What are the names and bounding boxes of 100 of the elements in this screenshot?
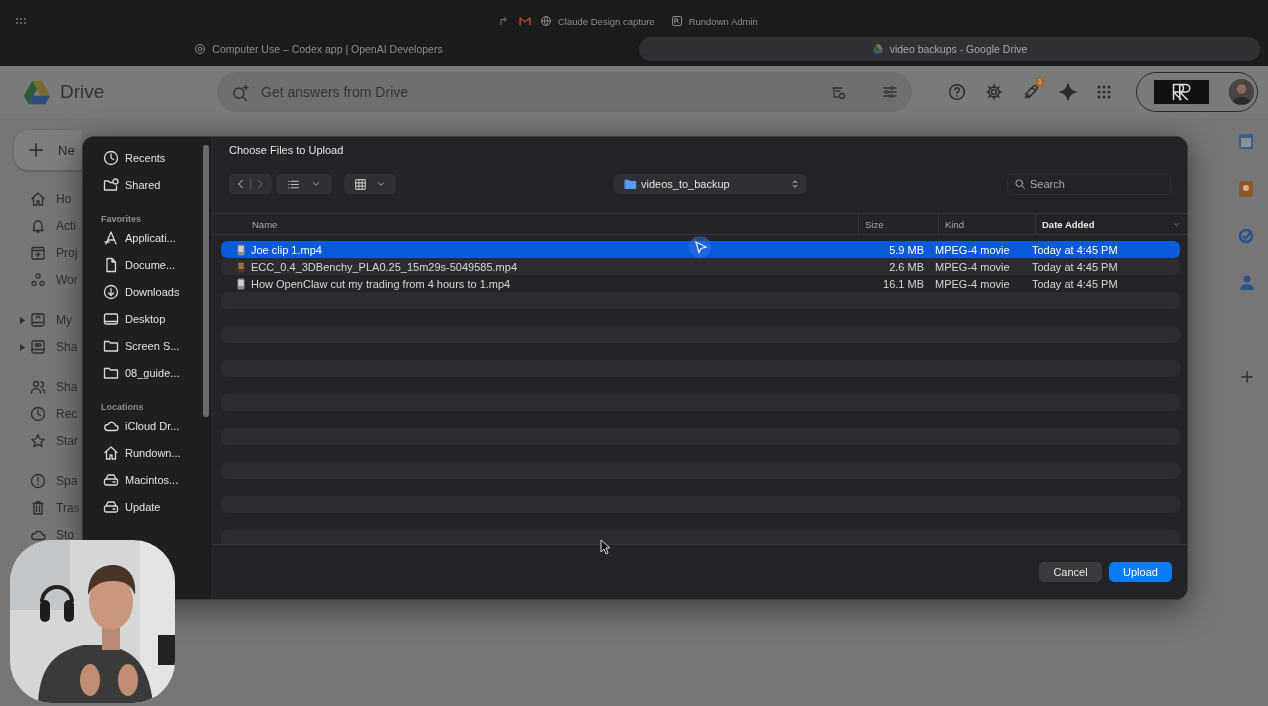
column-header[interactable]: Kind (938, 214, 1035, 234)
grid-view-button[interactable] (344, 174, 396, 194)
search-input[interactable]: Get answers from Drive (259, 83, 820, 101)
filter-history-icon (830, 84, 846, 100)
search-input[interactable]: Search (1030, 178, 1150, 190)
file-kind: MPEG-4 movie (934, 277, 1011, 290)
drive-logo-icon (22, 78, 52, 106)
folder-picker[interactable]: videos_to_backup (614, 174, 806, 194)
people-icon (30, 379, 46, 395)
task-icon[interactable] (1238, 228, 1254, 244)
video-thumbnail-icon (235, 277, 247, 290)
contact-icon[interactable] (1240, 274, 1254, 290)
section-heading: Favorites (100, 213, 143, 224)
scrollbar-thumb[interactable] (203, 145, 209, 417)
section-heading: Locations (100, 401, 145, 412)
sidebar-item[interactable]: Desktop (93, 305, 212, 332)
arrow-icon (498, 15, 510, 27)
sidebar-item[interactable]: Applicati... (93, 224, 212, 251)
logo-icon (670, 15, 683, 27)
sparkle-icon (1059, 83, 1077, 101)
cancel-button[interactable]: Cancel (1039, 562, 1102, 582)
tune-icon (882, 84, 898, 100)
file-row[interactable]: Joe clip 1.mp4 5.9 MB MPEG-4 movie Today at 4:45 PM (221, 241, 1180, 258)
browser-tab[interactable]: Computer Use – Codex app | OpenAI Developers (8, 37, 629, 61)
expand-arrow-icon[interactable] (20, 317, 25, 324)
disk-icon (103, 498, 119, 515)
calendar-icon[interactable] (1238, 132, 1254, 150)
download-icon (103, 283, 119, 300)
column-header[interactable]: Name (222, 214, 858, 234)
folder-icon (624, 178, 637, 190)
plus-icon (28, 142, 44, 158)
project-icon (30, 245, 46, 261)
gallery-icon (354, 177, 368, 191)
trash-icon (30, 500, 46, 516)
file-row[interactable]: ECC_0.4_3DBenchy_PLA0.25_15m29s-5049585.mp4 2.6 MB MPEG-4 movie Today at 4:45 PM (221, 258, 1180, 275)
bookmark[interactable]: Claude Design capture (540, 15, 655, 27)
sidebar-item[interactable]: Docume... (93, 251, 212, 278)
date-added: Today at 4:45 PM (1031, 277, 1119, 290)
sidebar-item[interactable]: Shared (93, 171, 212, 198)
apps-grid-icon (1096, 84, 1112, 100)
video-thumbnail-icon (235, 260, 247, 273)
drive-logo-icon (871, 43, 884, 55)
back-forward-control[interactable] (229, 174, 272, 194)
date-added: Today at 4:45 PM (1031, 243, 1119, 256)
up-down-icon (790, 179, 800, 189)
sort-chevron-icon (1172, 220, 1181, 229)
search-bar[interactable]: Get answers from Drive (217, 72, 912, 112)
list-view-button[interactable] (276, 174, 332, 194)
expand-arrow-icon[interactable] (20, 344, 25, 351)
home-icon (103, 444, 119, 461)
sidebar-item[interactable]: Rundown... (93, 439, 212, 466)
sidebar-item[interactable]: Screen S... (93, 332, 212, 359)
clock-icon (30, 406, 46, 422)
avatar[interactable] (1228, 79, 1254, 105)
cursor-icon (688, 235, 712, 259)
star-icon (30, 433, 46, 449)
upload-button[interactable]: Upload (1109, 562, 1172, 582)
sidebar-item[interactable]: Update (93, 493, 212, 520)
file-name: Joe clip 1.mp4 (251, 243, 322, 256)
sparkle-search-icon (231, 83, 249, 101)
new-button[interactable]: Ne (14, 130, 82, 170)
file-row[interactable]: How OpenClaw cut my trading from 4 hours to 1.mp4 16.1 MB MPEG-4 movie Today at 4:45 PM (221, 275, 1180, 292)
plus-icon (1240, 370, 1254, 384)
monogram-icon (1171, 82, 1192, 102)
settings-icon (985, 83, 1003, 101)
globe-icon (194, 43, 207, 55)
browser-tab[interactable]: video backups - Google Drive (639, 37, 1260, 61)
file-size: 16.1 MB (882, 277, 925, 290)
app-name: Drive (60, 81, 105, 103)
alert-icon (30, 473, 46, 489)
file-size: 5.9 MB (888, 243, 925, 256)
sidebar-item[interactable]: Downloads (93, 278, 212, 305)
file-name: How OpenClaw cut my trading from 4 hours to 1.mp4 (251, 277, 511, 290)
apps-grid-icon (14, 15, 28, 27)
mouse-pointer-icon (600, 539, 611, 555)
file-kind: MPEG-4 movie (934, 260, 1011, 273)
video-thumbnail-icon (235, 243, 247, 256)
apps-icon (103, 229, 119, 246)
search-bar[interactable]: Search (1007, 173, 1171, 195)
bell-icon (30, 218, 46, 234)
chevron-down-icon (310, 179, 321, 189)
help-icon (948, 83, 966, 101)
sidebar-item[interactable]: Recents (93, 144, 212, 171)
search-icon (1014, 178, 1026, 190)
mail-icon (518, 15, 532, 27)
sidebar-item[interactable]: Macintos... (93, 466, 212, 493)
note-icon[interactable] (1238, 180, 1254, 198)
dialog-title: Choose Files to Upload (228, 143, 345, 158)
shared-folder-icon (103, 176, 119, 193)
desktop-icon (103, 310, 119, 327)
column-header[interactable]: Size (858, 214, 938, 234)
file-size: 2.6 MB (888, 260, 925, 273)
date-added: Today at 4:45 PM (1031, 260, 1119, 273)
disk-icon (103, 471, 119, 488)
sidebar-item[interactable]: 08_guide... (93, 359, 212, 386)
globe-icon (540, 15, 552, 27)
bookmark[interactable]: Rundown Admin (670, 15, 758, 27)
shared-drive-icon (30, 339, 46, 355)
sidebar-item[interactable]: iCloud Dr... (93, 412, 212, 439)
column-header[interactable]: Date Added (1035, 214, 1187, 234)
